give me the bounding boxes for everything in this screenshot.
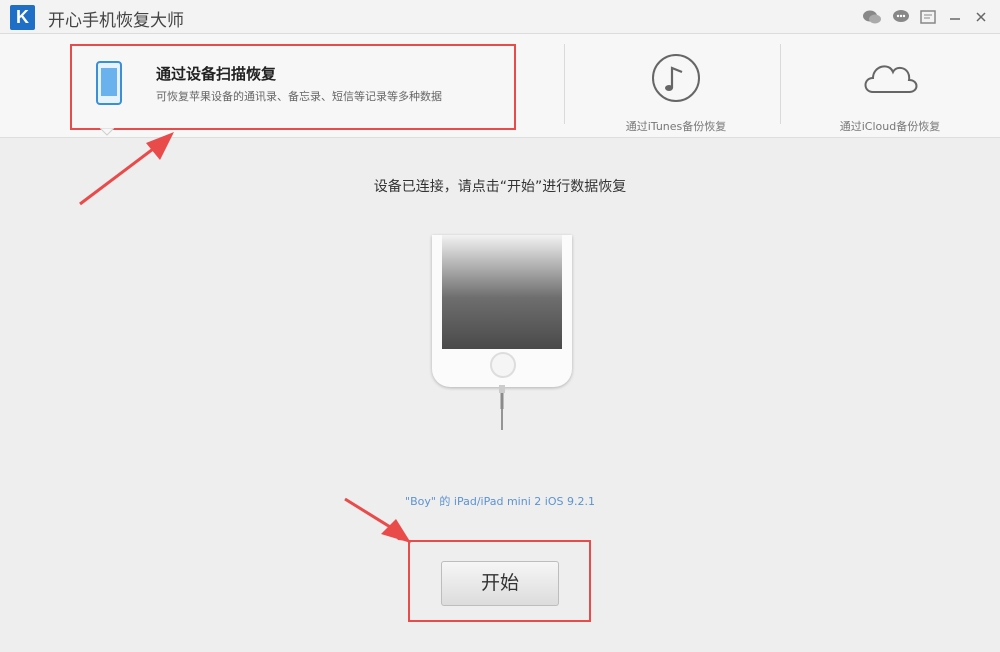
phone-icon <box>96 61 122 105</box>
mode-divider <box>564 44 565 124</box>
cloud-icon <box>864 65 918 93</box>
device-screen <box>442 235 562 349</box>
mode-icloud[interactable]: 通过iCloud备份恢复 <box>828 52 952 134</box>
usb-cable-icon <box>499 385 505 430</box>
mode-divider <box>780 44 781 124</box>
mode-device-scan[interactable]: 通过设备扫描恢复 可恢复苹果设备的通讯录、备忘录、短信等记录等多种数据 <box>70 44 516 130</box>
mode-itunes-label: 通过iTunes备份恢复 <box>625 120 727 133</box>
app-logo: K <box>10 5 35 30</box>
app-title: 开心手机恢复大师 <box>48 11 184 31</box>
mode-itunes[interactable]: 通过iTunes备份恢复 <box>610 52 742 134</box>
wechat-icon[interactable] <box>860 6 884 28</box>
device-info: "Boy" 的 iPad/iPad mini 2 iOS 9.2.1 <box>405 495 595 508</box>
instruction-text: 设备已连接，请点击“开始”进行数据恢复 <box>373 179 627 195</box>
close-icon[interactable] <box>969 6 993 28</box>
music-note-icon <box>652 54 700 102</box>
mode-device-scan-title: 通过设备扫描恢复 <box>156 65 277 83</box>
start-button[interactable]: 开始 <box>441 561 559 606</box>
minimize-icon[interactable] <box>943 6 967 28</box>
chat-icon[interactable] <box>889 6 913 28</box>
home-button-icon <box>490 352 516 378</box>
mode-device-scan-description: 可恢复苹果设备的通讯录、备忘录、短信等记录等多种数据 <box>156 90 442 103</box>
device-illustration <box>432 235 572 387</box>
mode-icloud-label: 通过iCloud备份恢复 <box>839 120 941 133</box>
feedback-icon[interactable] <box>916 6 940 28</box>
active-tab-pointer <box>100 128 114 136</box>
title-bar: K 开心手机恢复大师 <box>0 0 1000 34</box>
